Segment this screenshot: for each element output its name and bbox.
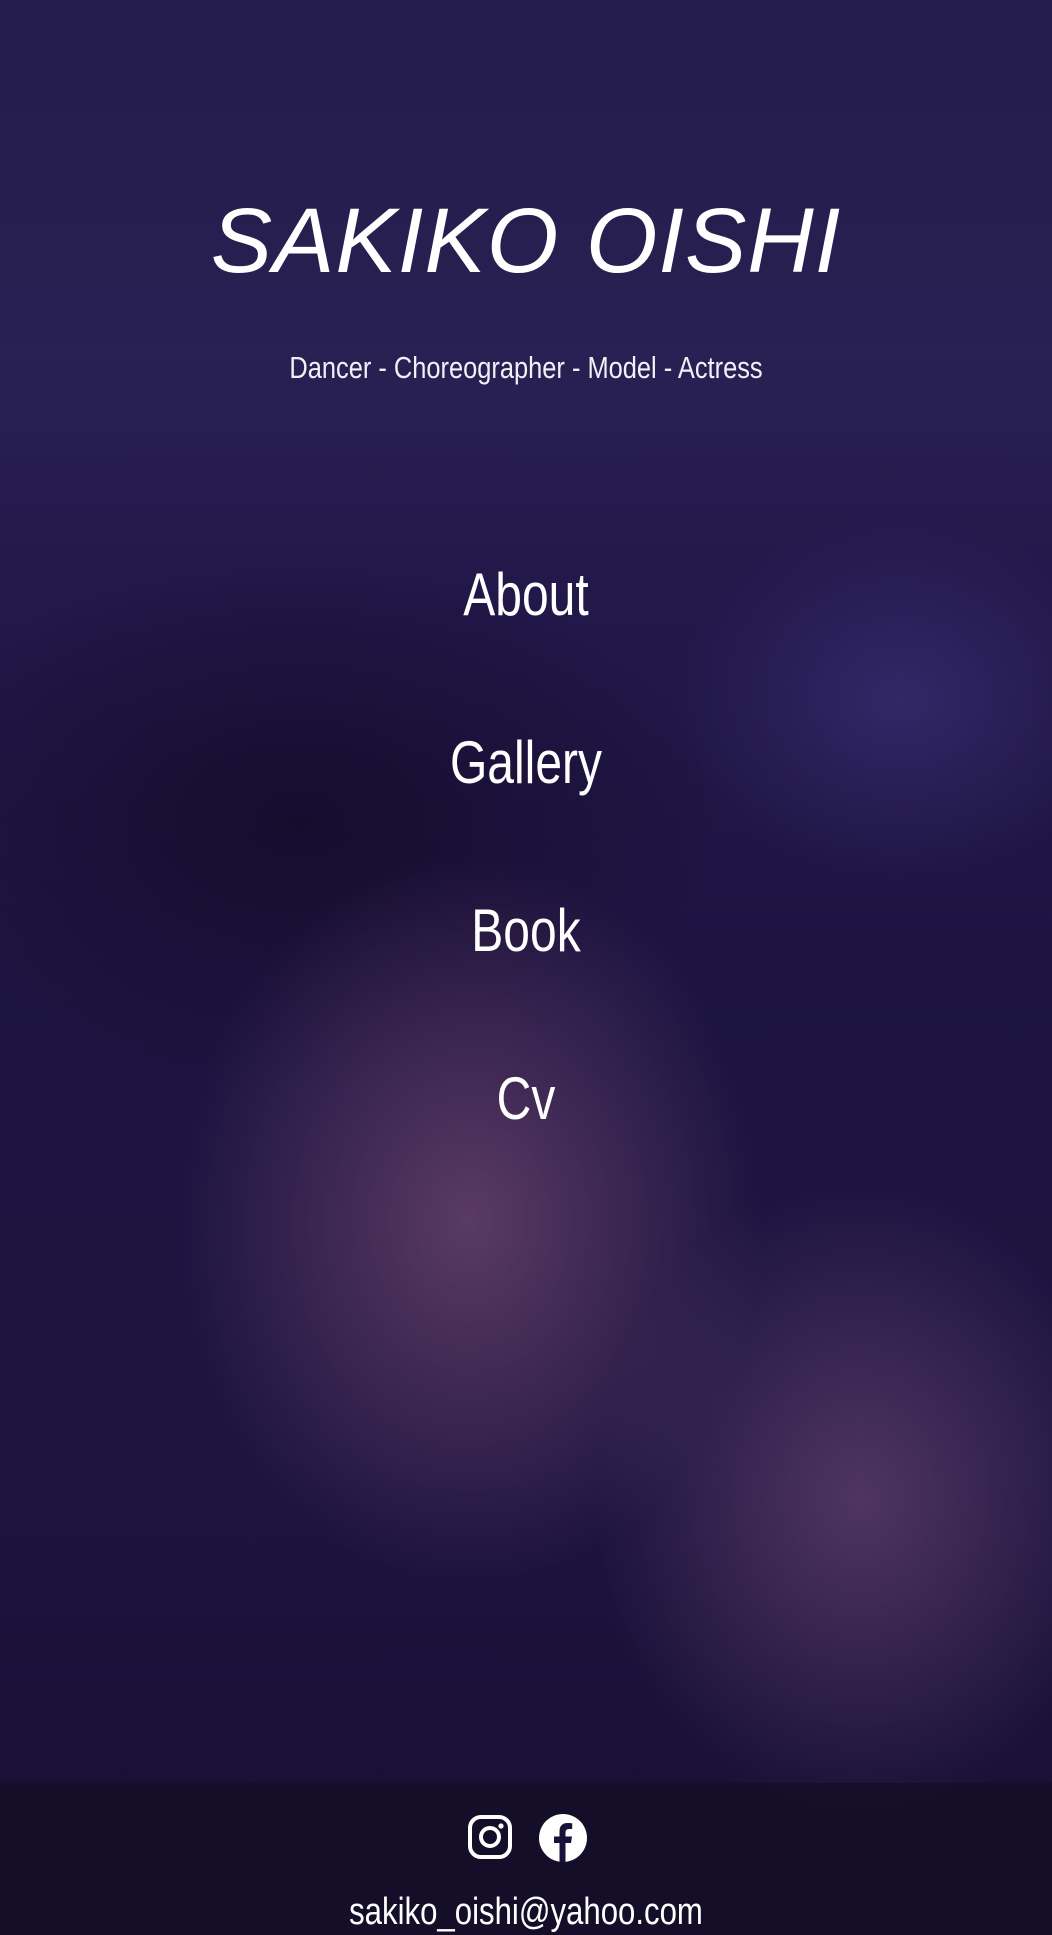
- nav-item-cv[interactable]: Cv: [105, 1059, 947, 1227]
- instagram-icon[interactable]: [466, 1813, 514, 1861]
- footer: sakiko_oishi@yahoo.com: [0, 1783, 1052, 1935]
- nav-item-about[interactable]: About: [105, 555, 947, 723]
- page: SAKIKO OISHI Dancer - Choreographer - Mo…: [0, 0, 1052, 1935]
- contact-email-link[interactable]: sakiko_oishi@yahoo.com: [95, 1893, 958, 1931]
- main-nav: About Gallery Book Cv: [0, 555, 1052, 1227]
- facebook-icon[interactable]: [538, 1813, 587, 1862]
- nav-item-book[interactable]: Book: [105, 891, 947, 1059]
- nav-item-gallery[interactable]: Gallery: [105, 723, 947, 891]
- social-links: [0, 1813, 1052, 1862]
- tagline: Dancer - Choreographer - Model - Actress: [289, 350, 763, 385]
- site-title[interactable]: SAKIKO OISHI: [0, 195, 1052, 287]
